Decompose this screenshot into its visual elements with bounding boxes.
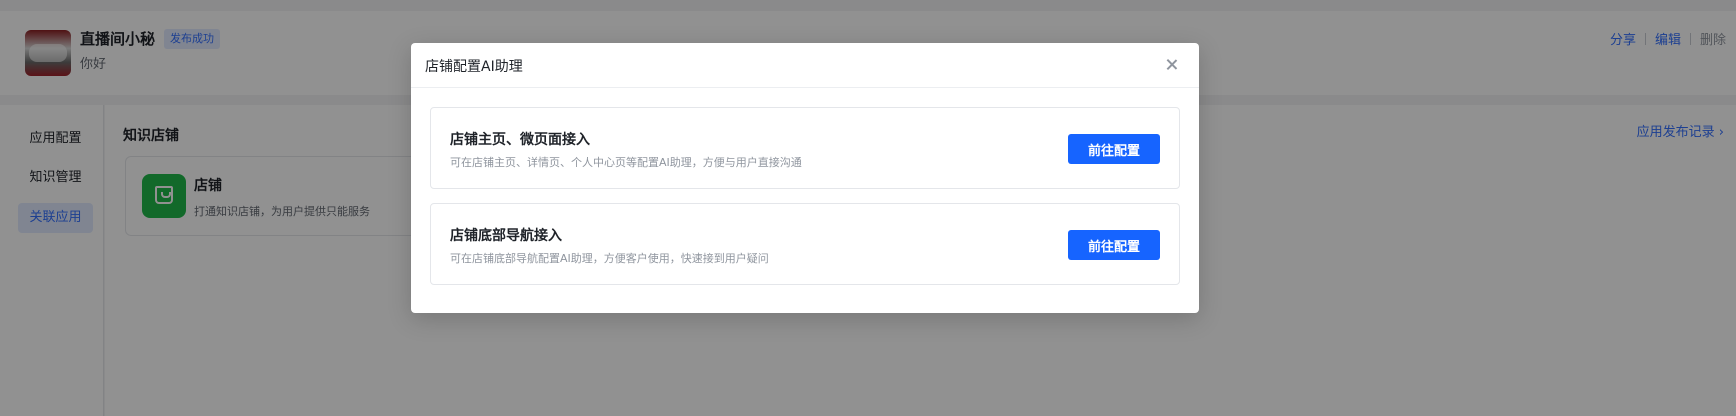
option-title: 店铺主页、微页面接入	[450, 132, 590, 148]
option-description: 可在店铺主页、详情页、个人中心页等配置AI助理，方便与用户直接沟通	[450, 156, 802, 169]
go-config-button[interactable]: 前往配置	[1068, 230, 1160, 260]
modal-title: 店铺配置AI助理	[425, 59, 523, 75]
option-homepage: 店铺主页、微页面接入 可在店铺主页、详情页、个人中心页等配置AI助理，方便与用户…	[430, 107, 1180, 189]
option-description: 可在店铺底部导航配置AI助理，方便客户使用，快速接到用户疑问	[450, 252, 769, 265]
option-title: 店铺底部导航接入	[450, 228, 562, 244]
close-icon[interactable]	[1163, 56, 1181, 74]
go-config-button[interactable]: 前往配置	[1068, 134, 1160, 164]
page: 直播间小秘 发布成功 你好 分享 编辑 删除 应用配置 知识管理 关联应用 知识…	[0, 0, 1736, 416]
config-modal: 店铺配置AI助理 店铺主页、微页面接入 可在店铺主页、详情页、个人中心页等配置A…	[411, 43, 1199, 313]
option-bottom-nav: 店铺底部导航接入 可在店铺底部导航配置AI助理，方便客户使用，快速接到用户疑问 …	[430, 203, 1180, 285]
modal-header: 店铺配置AI助理	[411, 43, 1199, 88]
